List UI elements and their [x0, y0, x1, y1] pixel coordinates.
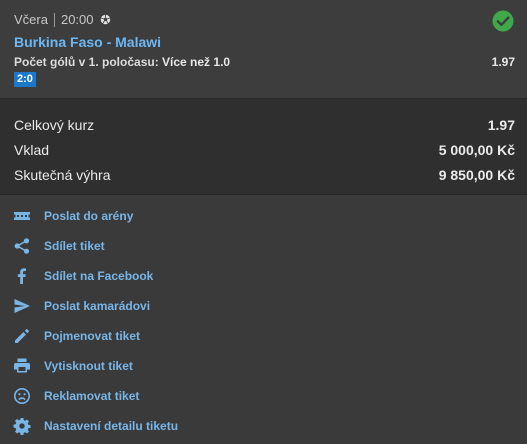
share-ticket-button[interactable]: Sdílet tiket: [13, 235, 527, 257]
separator: [53, 12, 55, 27]
action-label: Reklamovat tiket: [44, 389, 140, 403]
facebook-icon: [13, 267, 31, 285]
soccer-ball-icon: [100, 14, 110, 25]
stake-value: 5 000,00 Kč: [438, 142, 515, 158]
market-pick: Více než 1.0: [162, 55, 231, 69]
gear-icon: [13, 417, 31, 435]
print-ticket-button[interactable]: Vytisknout tiket: [13, 355, 527, 377]
won-check-icon: [492, 10, 514, 32]
match-title[interactable]: Burkina Faso - Malawi: [14, 34, 161, 50]
action-label: Poslat do arény: [44, 209, 134, 223]
action-label: Sdílet tiket: [44, 239, 105, 253]
action-label: Pojmenovat tiket: [44, 329, 141, 343]
send-to-friend-button[interactable]: Poslat kamarádovi: [13, 295, 527, 317]
win-label: Skutečná výhra: [14, 167, 111, 183]
total-odds-row: Celkový kurz 1.97: [14, 117, 515, 133]
ticket-detail-settings-button[interactable]: Nastavení detailu tiketu: [13, 415, 527, 437]
rename-ticket-button[interactable]: Pojmenovat tiket: [13, 325, 527, 347]
ticket-actions: Poslat do arény Sdílet tiket Sdílet na F…: [0, 195, 527, 444]
complaint-ticket-button[interactable]: Reklamovat tiket: [13, 385, 527, 407]
win-row: Skutečná výhra 9 850,00 Kč: [14, 167, 515, 183]
score-badge: 2:0: [14, 72, 36, 87]
action-label: Sdílet na Facebook: [44, 269, 154, 283]
sad-face-icon: [13, 387, 31, 405]
action-label: Poslat kamarádovi: [44, 299, 151, 313]
bet-day: Včera: [14, 12, 48, 27]
bet-market: Počet gólů v 1. poločasu: Více než 1.0: [14, 55, 230, 69]
total-odds-label: Celkový kurz: [14, 117, 95, 133]
share-facebook-button[interactable]: Sdílet na Facebook: [13, 265, 527, 287]
send-icon: [13, 297, 31, 315]
share-icon: [13, 237, 31, 255]
total-odds-value: 1.97: [487, 117, 515, 133]
market-label: Počet gólů v 1. poločasu:: [14, 55, 163, 69]
stake-row: Vklad 5 000,00 Kč: [14, 142, 515, 158]
bet-item: Včera 20:00 Burkina Faso - Malawi Počet …: [0, 0, 527, 99]
bet-time: 20:00: [60, 12, 94, 27]
printer-icon: [13, 357, 31, 375]
bet-odds: 1.97: [491, 55, 515, 69]
bet-datetime: Včera 20:00: [14, 12, 111, 27]
stake-label: Vklad: [14, 142, 50, 158]
send-to-arena-button[interactable]: Poslat do arény: [13, 205, 527, 227]
win-value: 9 850,00 Kč: [438, 167, 515, 183]
ticket-summary: Celkový kurz 1.97 Vklad 5 000,00 Kč Skut…: [0, 99, 527, 195]
pencil-icon: [13, 327, 31, 345]
arena-icon: [13, 207, 31, 225]
action-label: Vytisknout tiket: [44, 359, 133, 373]
action-label: Nastavení detailu tiketu: [44, 419, 179, 433]
